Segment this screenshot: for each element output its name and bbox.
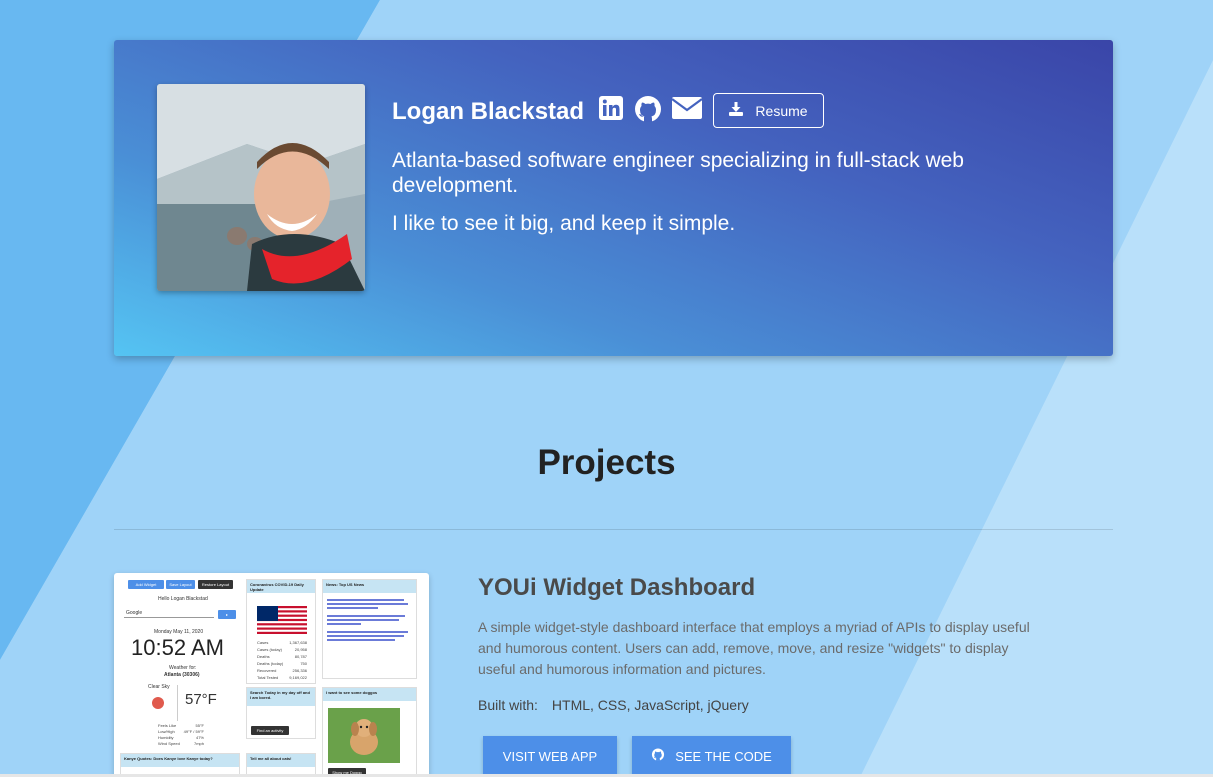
projects-heading: Projects (537, 443, 676, 482)
mini-activity-title: Search Today in my day off and I am bore… (247, 688, 315, 706)
mini-row-label: Feels Like (158, 723, 177, 728)
mini-table-row: Humidity 47% (158, 735, 204, 740)
mini-weather-divider (177, 685, 178, 721)
resume-label: Resume (755, 102, 808, 119)
project-description: A simple widget-style dashboard interfac… (478, 619, 1030, 677)
mini-doggo-title: I want to see some doggos (323, 688, 416, 701)
mini-search: Google (124, 610, 214, 618)
mini-kanye-title: Kanye Quotes: Does Kanye love Kanye toda… (121, 754, 239, 767)
github-icon[interactable] (633, 95, 663, 125)
mini-find-activity: Find an activity (251, 726, 289, 735)
mini-location-label: Weather for: (169, 665, 197, 671)
mini-search-button: ▸ (218, 610, 236, 619)
mini-row-label: Deaths (257, 654, 270, 659)
mini-table-row: Low/High 49°F / 59°F (158, 729, 204, 734)
built-with-technologies: HTML, CSS, JavaScript, jQuery (551, 697, 749, 713)
mini-greeting: Hello Logan Blackstad (158, 596, 208, 602)
built-with: Built with: HTML, CSS, JavaScript, jQuery (478, 697, 749, 713)
mini-row-value: 750 (300, 661, 307, 666)
mini-save-layout: Save Layout (166, 580, 195, 589)
mini-sky: Clear Sky (148, 684, 170, 690)
hero-name: Logan Blackstad (392, 98, 585, 125)
visit-web-app-label: VISIT WEB APP (502, 749, 598, 764)
mini-row-value: 80,787 (294, 654, 307, 659)
project-title: YOUi Widget Dashboard (478, 574, 756, 601)
hero-tagline: Atlanta-based software engineer speciali… (392, 149, 964, 197)
mini-news-title: News: Top US News (323, 580, 416, 593)
mini-sun-icon (152, 697, 164, 709)
mini-row-label: Recovered (257, 668, 277, 673)
mini-covid-card: Coronavirus COVID-19 Daily Update Cases 1… (246, 579, 316, 684)
see-the-code-label: SEE THE CODE (675, 749, 772, 764)
mini-cats-title: Tell me all about cats! (247, 754, 315, 767)
mini-row-label: Cases (today) (257, 647, 282, 652)
mini-row-label: Humidity (158, 735, 174, 740)
mini-time: 10:52 AM (131, 635, 224, 660)
project-screenshot: Add Widget Save Layout Restore Layout He… (114, 573, 429, 777)
mini-temp: 57°F (185, 691, 217, 708)
built-with-label: Built with: (478, 697, 538, 713)
mini-doggo-card: I want to see some doggos Show me Doggo (322, 687, 417, 777)
download-icon (729, 102, 744, 119)
mini-row-label: Wind Speed (158, 741, 180, 746)
mini-location: Atlanta (30306) (164, 672, 200, 678)
puppy-photo (328, 708, 400, 763)
mini-table-row: Total Tested 9,169,022 (257, 675, 307, 680)
mini-activity-card: Search Today in my day off and I am bore… (246, 687, 316, 739)
mini-news-card: News: Top US News (322, 579, 417, 679)
github-icon (651, 748, 665, 765)
visit-web-app-button[interactable]: VISIT WEB APP (483, 736, 617, 777)
mini-row-value: 7mph (193, 741, 204, 746)
mini-row-value: 9,169,022 (289, 675, 307, 680)
mini-row-value: 55°F (195, 723, 205, 728)
see-the-code-button[interactable]: SEE THE CODE (632, 736, 791, 777)
mini-row-value: 20,958 (294, 647, 307, 652)
mini-table-row: Feels Like 55°F (158, 723, 204, 728)
mini-news-lines (327, 599, 412, 643)
mini-table-row: Cases (today) 20,958 (257, 647, 307, 652)
mini-row-label: Total Tested (257, 675, 279, 680)
hero-motto: I like to see it big, and keep it simple… (392, 212, 736, 235)
mini-table-row: Recovered 256,336 (257, 668, 307, 673)
mini-restore-layout: Restore Layout (198, 580, 233, 589)
mini-table-row: Deaths (today) 750 (257, 661, 307, 666)
resume-button[interactable]: Resume (713, 93, 824, 128)
mini-add-widget: Add Widget (128, 580, 164, 589)
mini-row-value: 49°F / 59°F (183, 729, 204, 734)
mini-row-label: Cases (257, 640, 269, 645)
us-flag-icon (257, 606, 307, 634)
mini-table-row: Cases 1,367,638 (257, 640, 307, 645)
mini-table-row: Deaths 80,787 (257, 654, 307, 659)
mini-row-label: Low/High (158, 729, 175, 734)
profile-photo (157, 84, 365, 291)
mini-row-value: 47% (195, 735, 204, 740)
linkedin-icon[interactable] (598, 95, 628, 125)
mini-row-value: 1,367,638 (289, 640, 307, 645)
mini-covid-title: Coronavirus COVID-19 Daily Update (247, 580, 315, 593)
mini-row-label: Deaths (today) (257, 661, 284, 666)
envelope-icon[interactable] (671, 95, 705, 125)
section-divider (114, 529, 1113, 530)
mini-table-row: Wind Speed 7mph (158, 741, 204, 746)
hero-card: Logan Blackstad Resume Atlanta-based sof… (114, 40, 1113, 356)
mini-row-value: 256,336 (292, 668, 307, 673)
